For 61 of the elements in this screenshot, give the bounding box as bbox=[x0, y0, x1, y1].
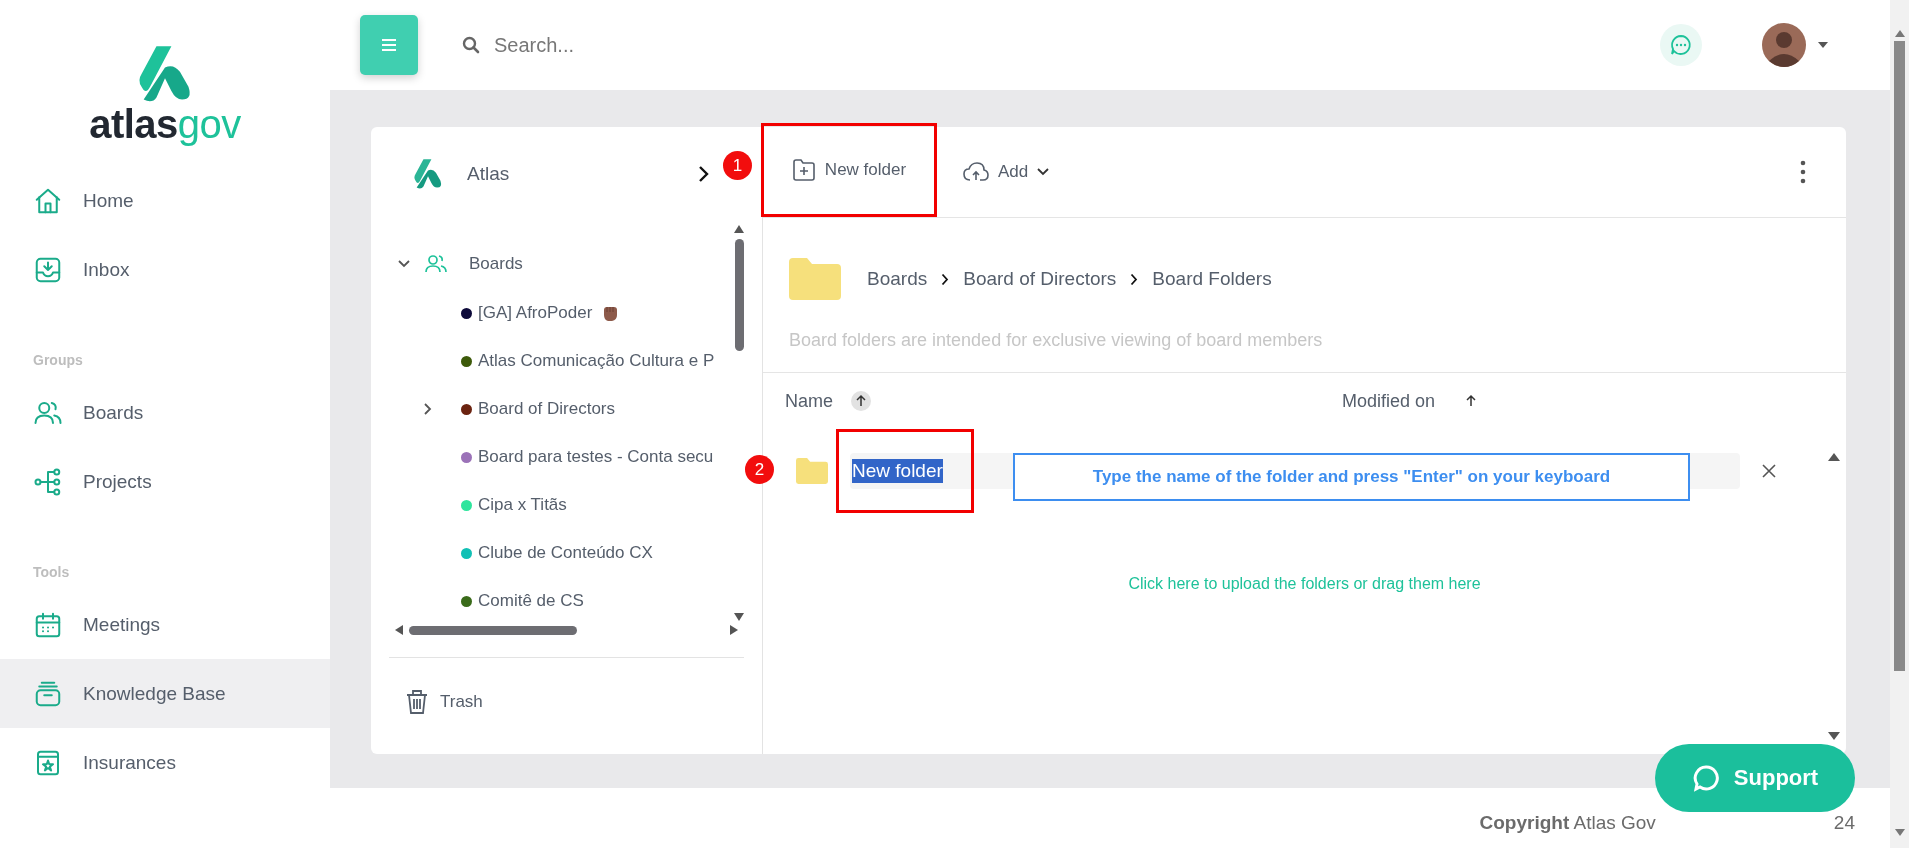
column-header[interactable]: Modified on bbox=[1342, 390, 1482, 412]
tree-item[interactable]: Boards bbox=[469, 254, 523, 274]
toolbar-button[interactable]: Add bbox=[955, 156, 1058, 188]
chevron-right-icon[interactable] bbox=[698, 165, 710, 183]
instruction-tooltip: Type the name of the folder and press "Enter" on your keyboard bbox=[1013, 453, 1690, 501]
chevron-right-icon bbox=[941, 272, 950, 286]
folder-plus-icon bbox=[791, 159, 816, 181]
tree-item[interactable]: Comitê de CS bbox=[478, 591, 584, 611]
chevron-right-icon bbox=[1130, 272, 1139, 286]
scrollbar-thumb[interactable] bbox=[734, 239, 744, 351]
chevron-right-icon[interactable] bbox=[423, 402, 433, 416]
step-badge: 1 bbox=[723, 151, 752, 180]
step-badge: 2 bbox=[745, 455, 774, 484]
scroll-up-icon[interactable] bbox=[1894, 30, 1905, 37]
section-title: Tools bbox=[32, 564, 71, 582]
more-icon[interactable] bbox=[1800, 160, 1806, 184]
nav-item[interactable]: Knowledge Base bbox=[0, 659, 330, 728]
search-field[interactable]: Search... bbox=[492, 32, 796, 58]
scroll-up-icon[interactable] bbox=[734, 225, 744, 233]
scrollbar-track[interactable] bbox=[1890, 0, 1909, 848]
scroll-down-icon[interactable] bbox=[1894, 829, 1905, 836]
section-title: Groups bbox=[32, 352, 84, 370]
scroll-left-icon[interactable] bbox=[395, 625, 403, 635]
chat-icon bbox=[1691, 764, 1720, 792]
tree-item[interactable]: Cipa x Titãs bbox=[478, 495, 567, 515]
menu-icon bbox=[381, 38, 397, 52]
chevron-down-icon[interactable] bbox=[397, 259, 411, 269]
fist-icon bbox=[602, 304, 619, 322]
description-text: Board folders are intended for exclusive viewing of board members bbox=[788, 329, 1324, 352]
trash-link[interactable]: Trash bbox=[371, 658, 762, 746]
tree-item[interactable]: Board of Directors bbox=[478, 399, 615, 419]
search-icon bbox=[462, 36, 480, 54]
caret-icon[interactable] bbox=[1818, 42, 1828, 48]
breadcrumb-item[interactable]: Board Folders bbox=[1152, 268, 1272, 290]
brand-name: atlasgov bbox=[89, 104, 241, 144]
copyright-text: Copyright Atlas Gov bbox=[1479, 812, 1656, 834]
tree-item[interactable]: Atlas Comunicação Cultura e P bbox=[478, 351, 715, 371]
scroll-down-icon[interactable] bbox=[734, 613, 744, 621]
tree-item[interactable]: Board para testes - Conta secu bbox=[478, 447, 714, 467]
scroll-right-icon[interactable] bbox=[730, 625, 738, 635]
close-icon[interactable] bbox=[1762, 464, 1776, 478]
chat-icon bbox=[1669, 33, 1693, 57]
tree-root[interactable]: Atlas bbox=[467, 163, 510, 185]
trash-icon bbox=[406, 689, 428, 715]
tree-item[interactable]: Clube de Conteúdo CX bbox=[478, 543, 653, 563]
cloud-upload-icon bbox=[963, 162, 989, 182]
breadcrumb-item[interactable]: Boards bbox=[867, 268, 928, 290]
folder-icon bbox=[789, 258, 841, 300]
breadcrumb-item[interactable]: Board of Directors bbox=[963, 268, 1117, 290]
caret-icon bbox=[1037, 168, 1050, 176]
nodes-icon bbox=[33, 466, 63, 497]
copyright-text: 24 bbox=[1833, 812, 1855, 834]
column-header[interactable]: Name bbox=[785, 390, 871, 412]
scroll-up-icon[interactable] bbox=[1828, 453, 1840, 461]
toolbar-button[interactable]: New folder bbox=[783, 153, 915, 187]
scrollbar-thumb[interactable] bbox=[409, 625, 577, 635]
tree-item[interactable]: [GA] AfroPoder bbox=[478, 303, 593, 323]
scrollbar-thumb[interactable] bbox=[1894, 41, 1905, 671]
avatar[interactable] bbox=[1762, 23, 1806, 67]
scroll-down-icon[interactable] bbox=[1828, 732, 1840, 740]
folder-icon bbox=[796, 458, 828, 484]
